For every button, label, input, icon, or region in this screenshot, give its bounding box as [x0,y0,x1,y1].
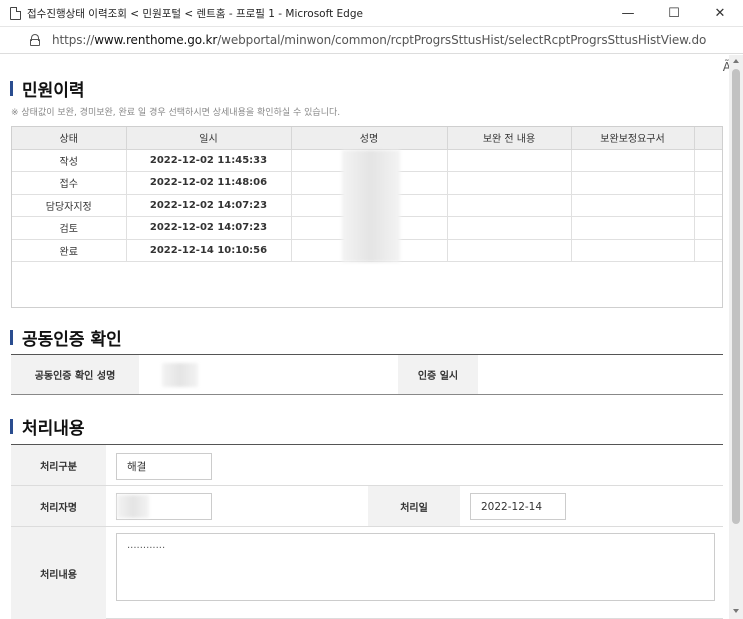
process-date-label: 처리일 [368,486,460,526]
section-bar-icon [10,330,13,345]
page-content: 민원이력 ※ 상태값이 보완, 경미보완, 완료 일 경우 선택하시면 상세내용… [0,55,729,619]
cert-section-title: 공동인증 확인 [10,325,122,350]
url-text[interactable]: https://www.renthome.go.kr/webportal/min… [52,33,706,47]
cert-row: 공동인증 확인 성명 인증 일시 [11,355,723,395]
page-icon [10,6,21,20]
process-date-field: 2022-12-14 [470,493,566,520]
col-name: 성명 [291,127,448,150]
process-type-label: 처리구분 [11,445,106,485]
window-controls: — ☐ ✕ [605,0,743,27]
process-content-textarea[interactable]: ............ [116,533,715,601]
window-titlebar: 접수진행상태 이력조회 < 민원포털 < 렌트홈 - 프로필 1 - Micro… [0,0,743,27]
datetime-cell: 2022-12-14 10:10:56 [126,239,292,262]
status-cell[interactable]: 접수 [12,171,127,195]
history-header-row: 상태 일시 성명 보완 전 내용 보완보정요구서 [12,127,722,150]
status-cell[interactable]: 검토 [12,216,127,240]
datetime-cell: 2022-12-02 14:07:23 [126,194,292,217]
redacted-handler-name [117,495,149,518]
vertical-scrollbar[interactable] [729,55,743,619]
minimize-button[interactable]: — [605,0,651,27]
scrollbar-thumb[interactable] [732,69,740,524]
col-request-doc: 보완보정요구서 [571,127,695,150]
datetime-cell: 2022-12-02 14:07:23 [126,216,292,240]
process-content-row: 처리내용 ............ [11,527,723,619]
col-datetime: 일시 [126,127,292,150]
close-button[interactable]: ✕ [697,0,743,27]
maximize-button[interactable]: ☐ [651,0,697,27]
history-note: ※ 상태값이 보완, 경미보완, 완료 일 경우 선택하시면 상세내용을 확인하… [11,108,341,118]
cert-name-label: 공동인증 확인 성명 [11,355,139,394]
redacted-cert-name [162,363,198,387]
datetime-cell: 2022-12-02 11:45:33 [126,149,292,172]
col-extra [694,127,722,150]
address-bar[interactable]: https://www.renthome.go.kr/webportal/min… [0,27,743,74]
lock-icon[interactable] [30,34,40,46]
process-type-field: 해결 [116,453,212,480]
scroll-up-icon[interactable] [733,59,739,63]
scroll-down-icon[interactable] [733,609,739,613]
section-bar-icon [10,419,13,434]
process-type-row: 처리구분 해결 [11,445,723,486]
col-status: 상태 [12,127,127,150]
status-cell[interactable]: 완료 [12,239,127,262]
status-cell[interactable]: 작성 [12,149,127,172]
process-section-title: 처리내용 [10,414,85,439]
process-handler-row: 처리자명 처리일 2022-12-14 [11,486,723,527]
process-content-label: 처리내용 [11,527,106,619]
window-title: 접수진행상태 이력조회 < 민원포털 < 렌트홈 - 프로필 1 - Micro… [27,7,363,20]
history-table-wrap: 상태 일시 성명 보완 전 내용 보완보정요구서 작성 2022-12-02 1… [11,126,723,308]
col-before-content: 보완 전 내용 [447,127,572,150]
status-cell[interactable]: 담당자지정 [12,194,127,217]
cert-date-label: 인증 일시 [398,355,478,394]
process-handler-label: 처리자명 [11,486,106,526]
history-section-title: 민원이력 [10,76,85,101]
redacted-name-blur [342,150,400,262]
datetime-cell: 2022-12-02 11:48:06 [126,171,292,195]
section-bar-icon [10,81,13,96]
